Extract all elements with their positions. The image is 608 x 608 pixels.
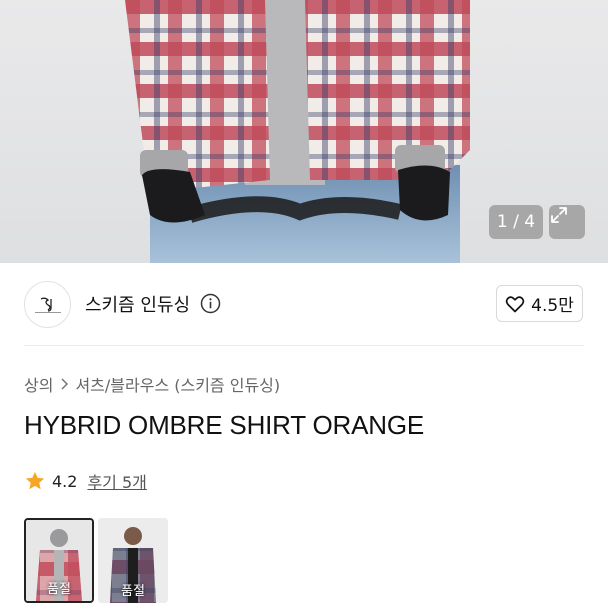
expand-icon <box>551 207 567 223</box>
like-button[interactable]: 4.5만 <box>496 285 583 322</box>
variant-thumbnail[interactable]: 품절 <box>98 518 168 603</box>
divider <box>24 345 584 346</box>
image-counter: 1 / 4 <box>489 205 543 239</box>
like-count: 4.5만 <box>531 296 574 316</box>
review-link[interactable]: 후기 5개 <box>87 469 146 493</box>
product-title: HYBRID OMBRE SHIRT ORANGE <box>24 410 424 440</box>
breadcrumb-category[interactable]: 셔츠/블라우스 (스키즘 인듀싱) <box>75 372 280 396</box>
breadcrumb: 상의 셔츠/블라우스 (스키즘 인듀싱) <box>24 372 280 396</box>
soldout-badge: 품절 <box>121 584 145 599</box>
rating-value: 4.2 <box>52 471 78 491</box>
shop-logo[interactable] <box>24 281 71 328</box>
rating-row: 4.2 후기 5개 <box>24 469 147 493</box>
shop-logo-mark <box>34 297 61 313</box>
soldout-badge: 품절 <box>47 582 71 597</box>
chevron-right-icon <box>61 378 69 390</box>
info-icon[interactable] <box>200 293 221 314</box>
variant-thumbnail[interactable]: 품절 <box>24 518 94 603</box>
variant-thumbnails: 품절 품절 <box>24 518 168 603</box>
heart-icon <box>505 295 525 312</box>
product-image[interactable]: 1 / 4 <box>0 0 608 263</box>
breadcrumb-root[interactable]: 상의 <box>24 372 53 396</box>
star-icon <box>25 471 45 490</box>
shop-row: 스키즘 인듀싱 4.5만 <box>24 281 584 329</box>
shop-name[interactable]: 스키즘 인듀싱 <box>85 291 190 317</box>
expand-button[interactable] <box>549 205 585 239</box>
